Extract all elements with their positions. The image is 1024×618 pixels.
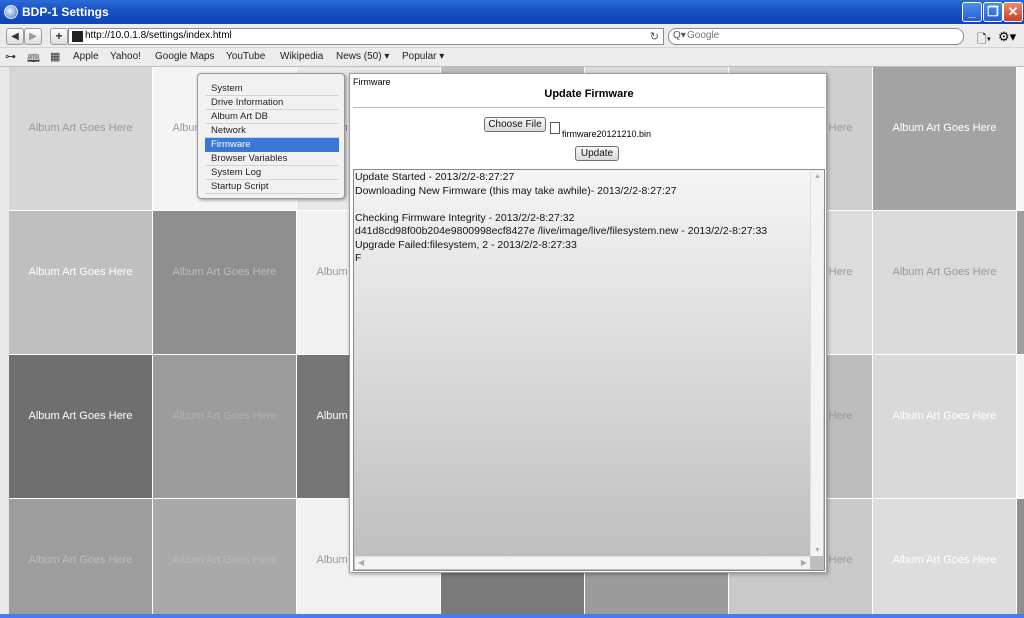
search-field[interactable]: Q▾ [668, 28, 964, 45]
search-icon[interactable]: Q▾ [673, 30, 686, 41]
browser-toolbar: ◀ ▶ + http://10.0.1.8/settings/index.htm… [0, 24, 1024, 48]
panel-title: Update Firmware [544, 88, 634, 100]
bookmark-youtube[interactable]: YouTube [226, 51, 265, 62]
minimize-button[interactable]: _ [962, 2, 982, 22]
panel-header: Firmware [353, 77, 391, 87]
album-art-tile[interactable]: Album Art Goes Here [9, 499, 153, 614]
nav-item-system-log[interactable]: System Log [205, 166, 339, 180]
address-bar[interactable]: http://10.0.1.8/settings/index.html ↻ [68, 28, 664, 45]
bookmark-apple[interactable]: Apple [73, 51, 99, 62]
divider [353, 107, 825, 108]
album-art-tile[interactable]: Album Art Goes Here [1017, 355, 1024, 499]
nav-item-album-art-db[interactable]: Album Art DB [205, 110, 339, 124]
settings-nav-menu: System Drive Information Album Art DB Ne… [197, 73, 345, 199]
log-text: Update Started - 2013/2/2-8:27:27 Downlo… [355, 171, 768, 264]
album-art-tile[interactable]: Album Art Goes Here [9, 67, 153, 211]
album-art-tile[interactable]: Album Art Goes Here [1017, 67, 1024, 211]
bookmark-yahoo[interactable]: Yahoo! [110, 51, 141, 62]
nav-item-system[interactable]: System [205, 82, 339, 96]
album-art-tile[interactable]: Album Art Goes Here [153, 355, 297, 499]
scroll-left-icon[interactable]: ◀ [358, 558, 364, 567]
scroll-up-icon[interactable]: ▲ [814, 173, 821, 180]
url-text[interactable]: http://10.0.1.8/settings/index.html [85, 30, 232, 41]
update-log[interactable]: Update Started - 2013/2/2-8:27:27 Downlo… [353, 169, 825, 571]
selected-file-name: firmware20121210.bin [562, 129, 652, 139]
favicon-icon [72, 31, 83, 42]
window-title: BDP-1 Settings [22, 5, 109, 19]
scroll-down-icon[interactable]: ▼ [814, 547, 821, 554]
bookmarks-bar: ⊶ 🕮 ▦ Apple Yahoo! Google Maps YouTube W… [0, 48, 1024, 67]
search-input[interactable] [687, 30, 947, 41]
taskbar-edge [0, 614, 1024, 618]
nav-item-browser-variables[interactable]: Browser Variables [205, 152, 339, 166]
album-art-tile[interactable]: Album Art Goes Here [1017, 211, 1024, 355]
album-art-tile[interactable]: Album Art Goes Here [873, 499, 1017, 614]
forward-button[interactable]: ▶ [24, 28, 42, 45]
close-button[interactable]: ✕ [1003, 2, 1023, 22]
album-art-tile[interactable]: Album Art Goes Here [1017, 499, 1024, 614]
update-button[interactable]: Update [575, 146, 619, 161]
reload-icon[interactable]: ↻ [650, 30, 659, 43]
album-art-tile[interactable]: Album Art Goes Here [153, 211, 297, 355]
album-art-tile[interactable]: Album Art Goes Here [873, 67, 1017, 211]
firmware-panel: Firmware Update Firmware Choose File fir… [349, 73, 827, 573]
album-art-tile[interactable]: Album Art Goes Here [153, 499, 297, 614]
bookmark-popular[interactable]: Popular ▾ [402, 51, 444, 62]
horizontal-scrollbar[interactable]: ◀ ▶ [355, 556, 810, 569]
bookmark-wikipedia[interactable]: Wikipedia [280, 51, 323, 62]
bookmark-news[interactable]: News (50) ▾ [336, 51, 389, 62]
title-bar: BDP-1 Settings _ ❐ ✕ [0, 0, 1024, 24]
choose-file-button[interactable]: Choose File [484, 117, 546, 132]
scroll-right-icon[interactable]: ▶ [801, 558, 807, 567]
maximize-button[interactable]: ❐ [983, 2, 1003, 22]
album-art-tile[interactable]: Album Art Goes Here [873, 355, 1017, 499]
settings-gear-icon[interactable]: ⚙▾ [998, 29, 1016, 45]
reading-list-icon[interactable]: ⊶ [5, 50, 16, 63]
nav-item-network[interactable]: Network [205, 124, 339, 138]
nav-item-drive-information[interactable]: Drive Information [205, 96, 339, 110]
album-art-tile[interactable]: Album Art Goes Here [9, 211, 153, 355]
top-sites-icon[interactable]: ▦ [50, 50, 60, 63]
album-art-tile[interactable]: Album Art Goes Here [873, 211, 1017, 355]
back-button[interactable]: ◀ [6, 28, 24, 45]
file-icon [550, 122, 560, 134]
globe-icon [4, 5, 18, 19]
album-art-tile[interactable]: Album Art Goes Here [9, 355, 153, 499]
nav-item-firmware[interactable]: Firmware [205, 138, 339, 152]
add-bookmark-button[interactable]: + [50, 28, 68, 45]
bookmark-google-maps[interactable]: Google Maps [155, 51, 214, 62]
vertical-scrollbar[interactable]: ▲ ▼ [810, 171, 823, 556]
nav-item-startup-script[interactable]: Startup Script [205, 180, 339, 194]
